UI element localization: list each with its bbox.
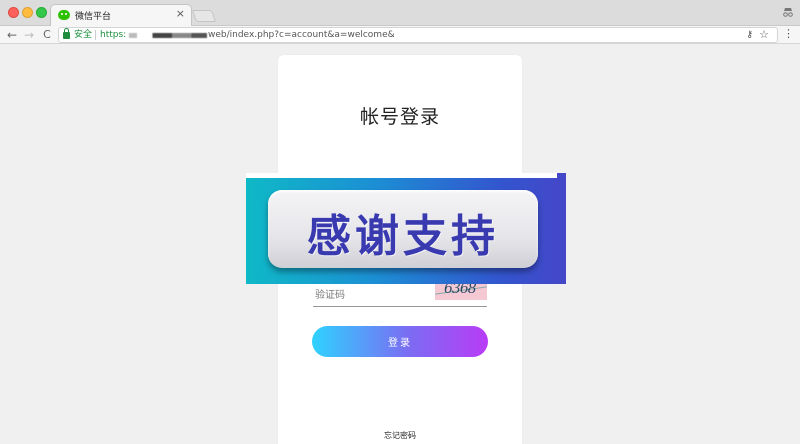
lock-icon (63, 28, 70, 39)
address-bar[interactable]: 安全 https: web/index.php?c=account&a=welc… (58, 27, 778, 43)
page-content: 帐号登录 验证码 6368 登录 忘记密码 感谢支持 (0, 45, 800, 444)
zoom-window-button[interactable] (36, 7, 47, 18)
captcha-image[interactable]: 6368 (435, 282, 487, 300)
reload-button[interactable]: C (40, 27, 54, 43)
new-tab-button[interactable] (191, 10, 217, 22)
forgot-password-link[interactable]: 忘记密码 (278, 430, 522, 441)
url-scheme: https: (100, 30, 127, 40)
url-redacted-host (129, 33, 207, 38)
close-window-button[interactable] (8, 7, 19, 18)
minimize-window-button[interactable] (22, 7, 33, 18)
bookmark-star-icon[interactable]: ☆ (759, 28, 769, 41)
secure-label: 安全 (74, 30, 93, 40)
url-divider (95, 30, 96, 40)
login-button[interactable]: 登录 (312, 326, 488, 357)
login-title: 帐号登录 (359, 106, 440, 128)
key-icon[interactable]: ⚷ (746, 30, 753, 40)
browser-menu-icon[interactable]: ⋮ (783, 26, 794, 42)
login-button-label: 登录 (388, 338, 412, 349)
forward-button[interactable]: → (22, 27, 36, 43)
browser-tab[interactable]: 微信平台 × (50, 4, 192, 26)
captcha-input[interactable]: 验证码 6368 (313, 280, 487, 307)
thanks-banner: 感谢支持 (246, 173, 566, 284)
url-path: web/index.php?c=account&a=welcome& (208, 30, 395, 40)
tab-close-icon[interactable]: × (176, 7, 185, 20)
wechat-icon (58, 10, 70, 20)
tab-strip: 微信平台 × (0, 0, 800, 26)
incognito-icon[interactable] (782, 6, 794, 18)
tab-title: 微信平台 (75, 12, 112, 22)
captcha-placeholder: 验证码 (315, 290, 345, 301)
back-button[interactable]: ← (5, 27, 19, 43)
banner-text: 感谢支持 (307, 211, 499, 262)
banner-top-strip (246, 173, 557, 178)
captcha-code: 6368 (444, 282, 477, 297)
browser-toolbar: ← → C 安全 https: web/index.php?c=account&… (0, 26, 800, 44)
banner-plate: 感谢支持 (268, 190, 538, 268)
